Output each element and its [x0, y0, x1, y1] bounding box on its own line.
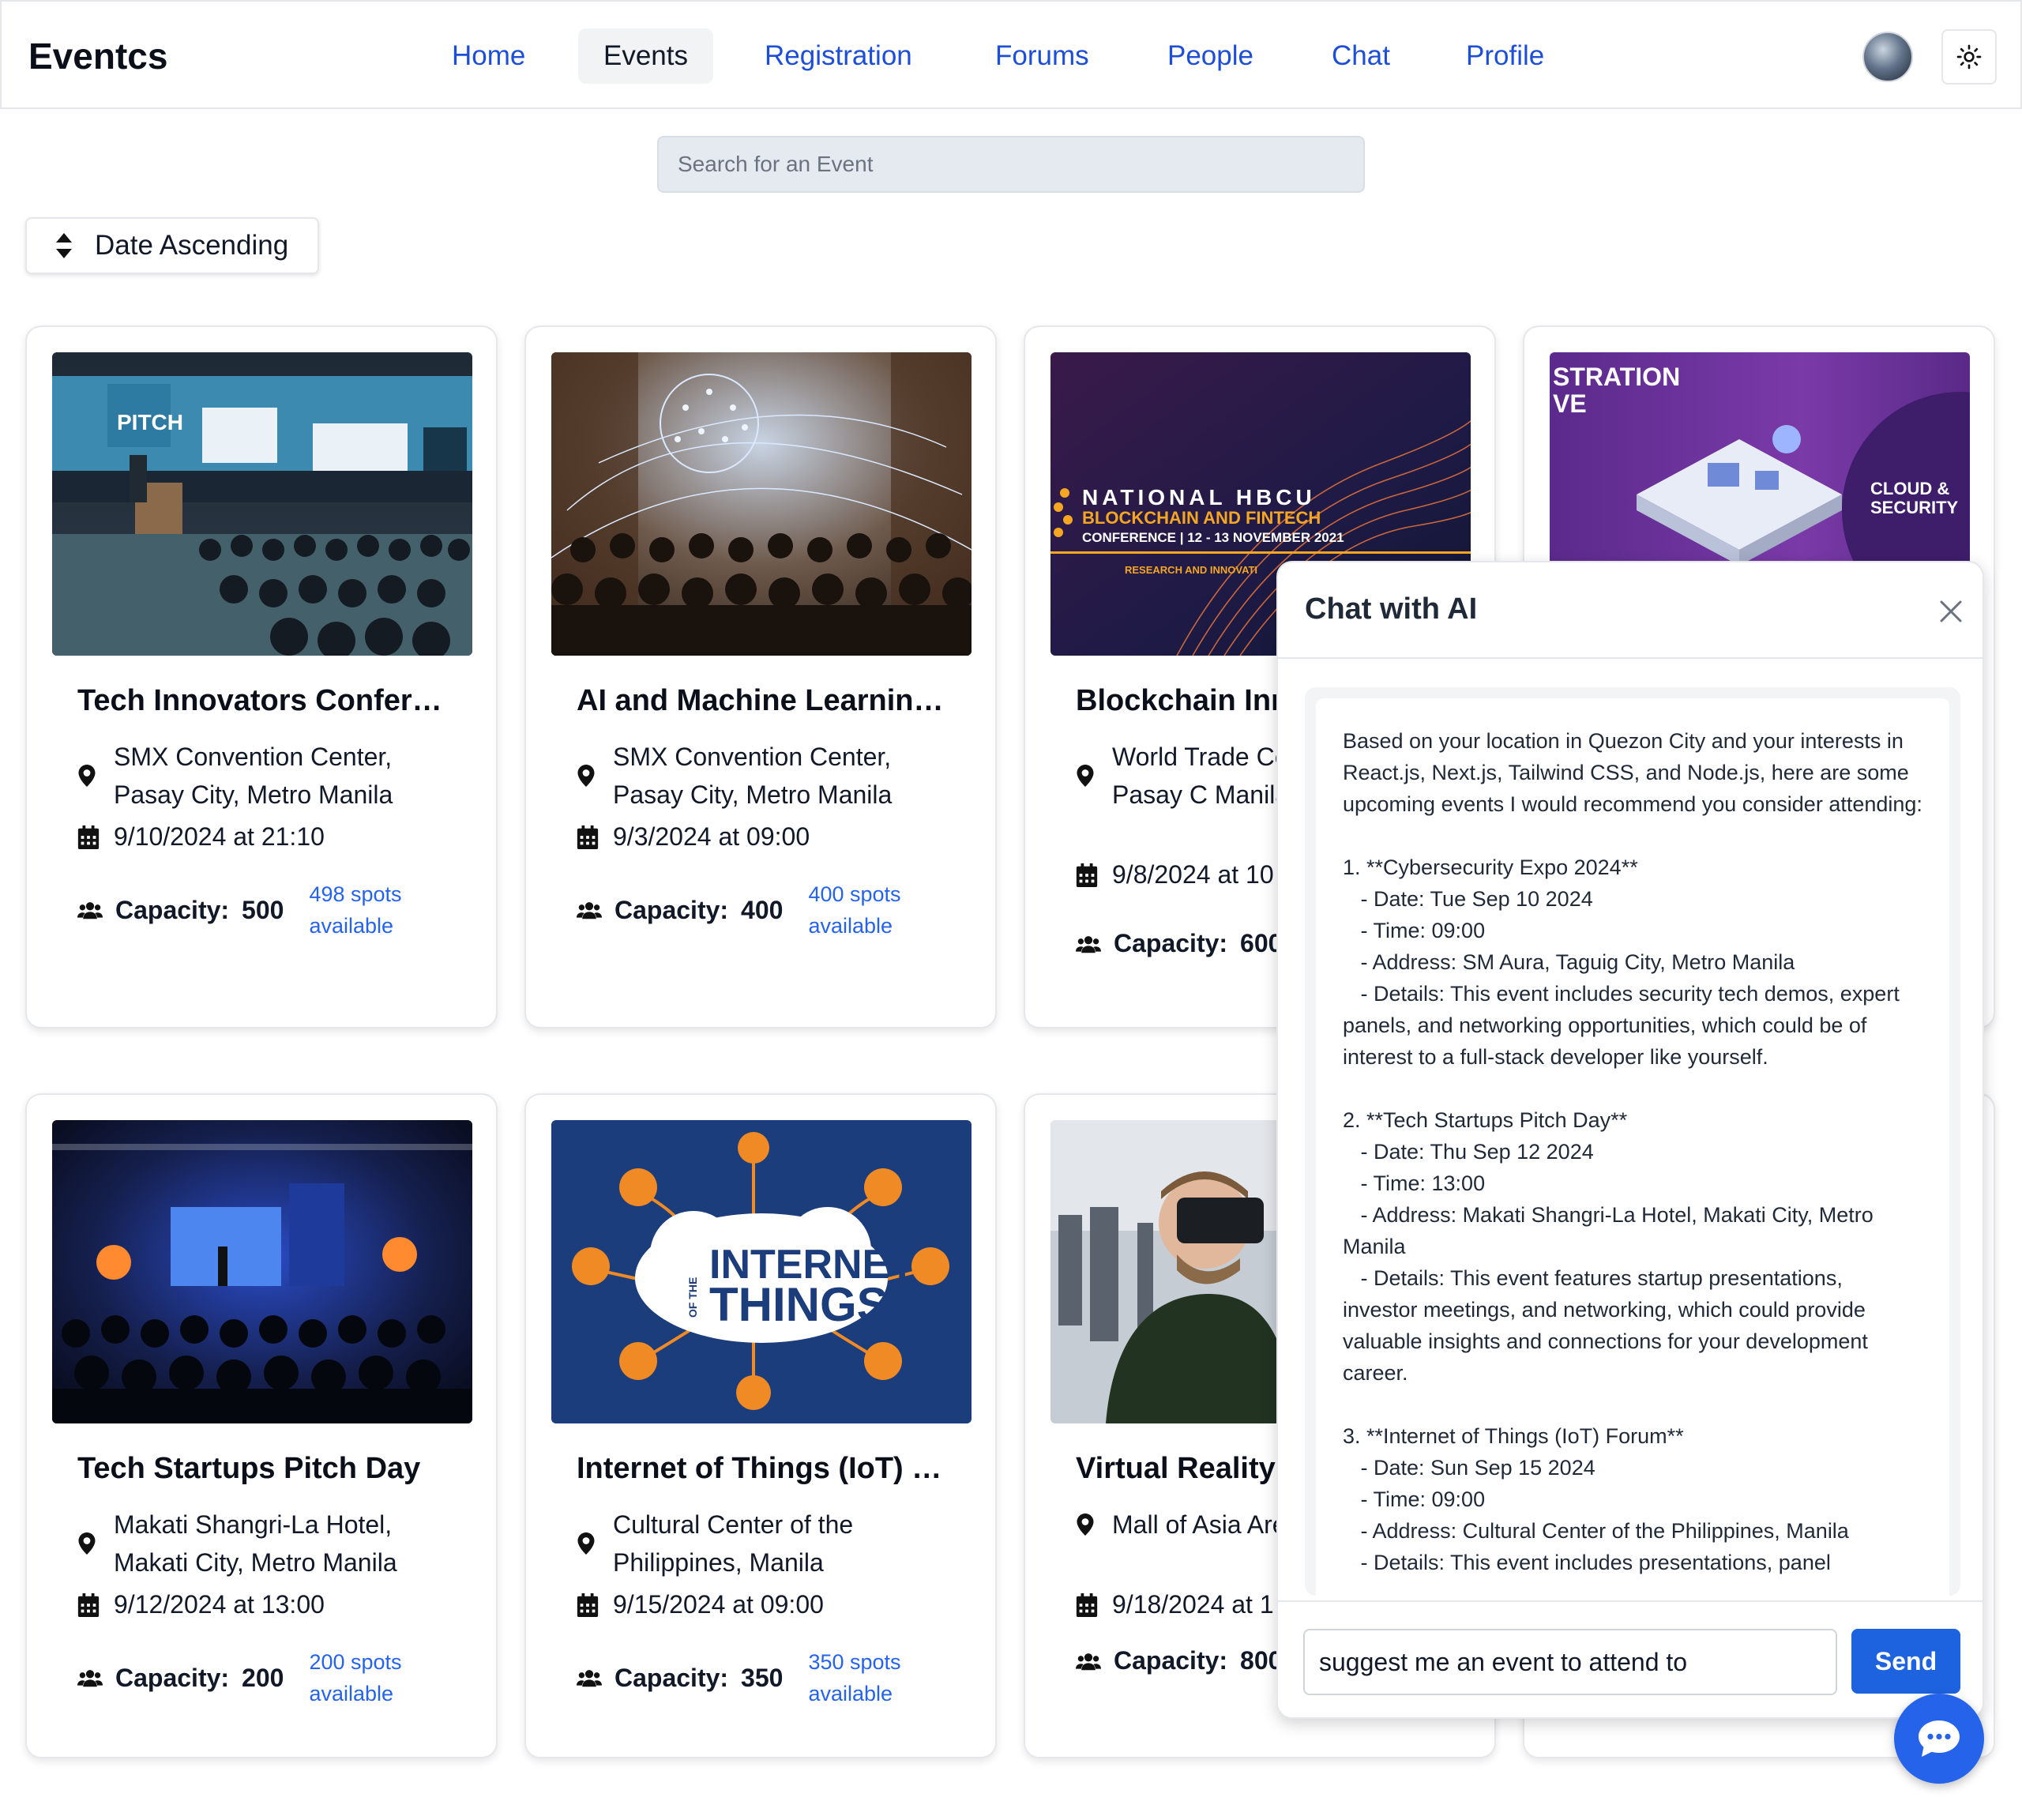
theme-toggle-button[interactable] — [1941, 29, 1997, 85]
pitch-sign-text: PITCH — [117, 410, 183, 434]
map-pin-icon — [1077, 765, 1094, 787]
event-card[interactable]: Tech Startups Pitch Day Makati Shangri-L… — [25, 1093, 498, 1758]
users-icon — [77, 1670, 103, 1687]
sun-icon — [1956, 44, 1982, 70]
ai-chat-panel: Chat with AI Based on your location in Q… — [1276, 561, 1984, 1719]
event-card[interactable]: AI and Machine Learnin… SMX Convention C… — [524, 325, 997, 1028]
capacity-value: 350 — [741, 1663, 784, 1692]
top-navbar: Eventcs Home Events Registration Forums … — [0, 0, 2022, 109]
event-image-conference: PITCH — [52, 352, 472, 656]
banner-text-3: CLOUD & — [1870, 479, 1949, 498]
calendar-icon — [577, 1592, 599, 1617]
nav-chat[interactable]: Chat — [1306, 28, 1415, 84]
nav-profile[interactable]: Profile — [1441, 28, 1569, 84]
capacity-value: 200 — [242, 1663, 284, 1692]
nav-home[interactable]: Home — [427, 28, 551, 84]
nav-events[interactable]: Events — [578, 28, 713, 84]
event-image-ai — [551, 352, 972, 656]
ai-message: Based on your location in Quezon City an… — [1316, 698, 1949, 1596]
close-icon[interactable] — [1937, 597, 1965, 626]
spots-available: 200 spots available — [309, 1650, 402, 1705]
event-title[interactable]: Tech Innovators Confer… — [77, 684, 457, 718]
capacity-value: 400 — [741, 895, 784, 924]
main-nav: Home Events Registration Forums People C… — [2, 2, 2020, 111]
iot-text-3: OF THE — [686, 1277, 699, 1318]
capacity-label: Capacity: — [614, 895, 729, 924]
users-icon — [1076, 935, 1101, 953]
chat-messages[interactable]: Based on your location in Quezon City an… — [1305, 687, 1960, 1596]
spots-available: 498 spots available — [309, 882, 402, 938]
calendar-icon — [1076, 863, 1098, 887]
nav-people[interactable]: People — [1142, 28, 1279, 84]
capacity-label: Capacity: — [115, 1663, 230, 1692]
event-location: Cultural Center of the Philippines, Mani… — [613, 1510, 854, 1577]
calendar-icon — [1076, 1592, 1098, 1617]
users-icon — [77, 902, 103, 919]
sort-button[interactable]: Date Ascending — [25, 217, 319, 274]
banner-text-1: STRATION — [1553, 363, 1680, 391]
banner-text-1: NATIONAL HBCU — [1082, 485, 1316, 510]
banner-text-4: SECURITY — [1870, 498, 1959, 517]
users-icon — [577, 902, 602, 919]
event-card[interactable]: INTERNET THINGS OF THE Internet of Thing… — [524, 1093, 997, 1758]
event-title[interactable]: Tech Startups Pitch Day — [77, 1452, 457, 1486]
users-icon — [577, 1670, 602, 1687]
banner-text-3: CONFERENCE | 12 - 13 NOVEMBER 2021 — [1082, 530, 1344, 545]
nav-registration[interactable]: Registration — [739, 28, 938, 84]
capacity-value: 500 — [242, 895, 284, 924]
event-datetime: 9/12/2024 at 13:00 — [114, 1590, 325, 1619]
map-pin-icon — [78, 1532, 96, 1555]
event-datetime: 9/3/2024 at 09:00 — [613, 822, 810, 851]
calendar-icon — [77, 825, 100, 849]
chat-title: Chat with AI — [1305, 592, 1478, 626]
calendar-icon — [577, 825, 599, 849]
event-location: SMX Convention Center, Pasay City, Metro… — [114, 743, 393, 809]
banner-text-4: RESEARCH AND INNOVATI — [1125, 564, 1257, 576]
event-search-input[interactable] — [657, 136, 1365, 193]
capacity-label: Capacity: — [1114, 929, 1228, 957]
calendar-icon — [77, 1592, 100, 1617]
chat-toggle-button[interactable] — [1894, 1694, 1984, 1784]
map-pin-icon — [1077, 1514, 1094, 1536]
capacity-label: Capacity: — [115, 895, 230, 924]
spots-available: 400 spots available — [808, 882, 901, 938]
iot-text-2: THINGS — [709, 1278, 889, 1331]
spots-available: 350 spots available — [808, 1650, 901, 1705]
event-datetime: 9/10/2024 at 21:10 — [114, 822, 325, 851]
event-card[interactable]: PITCH Tech Innovators Confer… SMX Conven… — [25, 325, 498, 1028]
chat-header: Chat with AI — [1278, 562, 1983, 659]
send-button[interactable]: Send — [1851, 1629, 1960, 1694]
banner-text-2: BLOCKCHAIN AND FINTECH — [1082, 508, 1321, 528]
map-pin-icon — [78, 765, 96, 787]
event-title[interactable]: Internet of Things (IoT) … — [577, 1452, 956, 1486]
event-datetime: 9/18/2024 at 1 — [1112, 1590, 1274, 1619]
event-datetime: 9/8/2024 at 10 — [1112, 860, 1274, 889]
chat-bubble-icon — [1919, 1720, 1960, 1757]
sort-label: Date Ascending — [95, 230, 289, 261]
map-pin-icon — [577, 765, 595, 787]
capacity-label: Capacity: — [1114, 1646, 1228, 1675]
user-avatar[interactable] — [1862, 32, 1913, 82]
chat-footer: Send — [1278, 1600, 1983, 1717]
event-datetime: 9/15/2024 at 09:00 — [613, 1590, 824, 1619]
banner-text-2: VE — [1553, 389, 1587, 418]
map-pin-icon — [577, 1532, 595, 1555]
chat-input[interactable] — [1303, 1629, 1837, 1695]
event-title[interactable]: AI and Machine Learnin… — [577, 684, 956, 718]
event-image-pitch-day — [52, 1120, 472, 1423]
event-location: SMX Convention Center, Pasay City, Metro… — [613, 743, 893, 809]
sort-icon — [56, 233, 72, 258]
event-location: Makati Shangri-La Hotel, Makati City, Me… — [114, 1510, 397, 1577]
users-icon — [1076, 1653, 1101, 1670]
capacity-label: Capacity: — [614, 1663, 729, 1692]
event-image-iot: INTERNET THINGS OF THE — [551, 1120, 972, 1423]
nav-forums[interactable]: Forums — [970, 28, 1114, 84]
